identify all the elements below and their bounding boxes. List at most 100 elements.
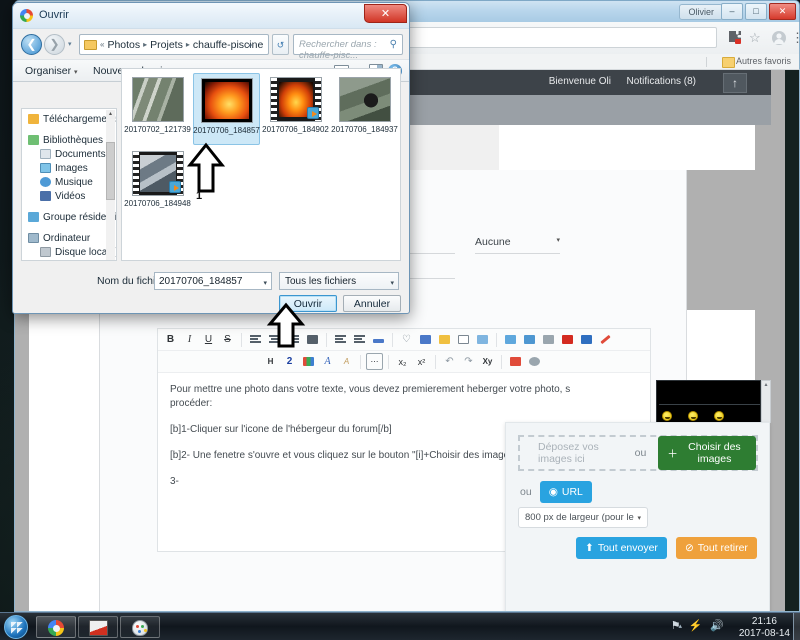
file-item[interactable]: 20170706_184948 — [124, 147, 191, 219]
spoiler-button[interactable] — [436, 331, 453, 348]
file-item-selected[interactable]: 20170706_184857 — [193, 73, 260, 145]
numbered-list-button[interactable] — [351, 331, 368, 348]
filetype-select[interactable]: Tous les fichiers ▾ — [279, 272, 399, 290]
smiley-scrollbar[interactable]: ▴ — [761, 380, 771, 423]
cancel-button[interactable]: Annuler — [343, 295, 401, 312]
subscript-button[interactable]: x₂ — [394, 353, 411, 370]
italic-button[interactable]: I — [181, 331, 198, 348]
tree-item-musique[interactable]: Musique — [22, 175, 116, 189]
smiley-icon-wink[interactable] — [714, 411, 724, 421]
code-button[interactable] — [417, 331, 434, 348]
link-button[interactable] — [540, 331, 557, 348]
minimize-button[interactable]: – — [721, 3, 743, 20]
indent-button[interactable] — [370, 331, 387, 348]
close-button[interactable]: ✕ — [769, 3, 796, 20]
remove-format-button[interactable]: Xy — [479, 353, 496, 370]
back-button[interactable]: ❮ — [21, 34, 42, 55]
taskbar-paint[interactable] — [120, 616, 160, 638]
image-dropzone[interactable]: Déposez vos images ici ou ＋ Choisir des … — [518, 435, 758, 471]
more-button[interactable]: ⋯ — [366, 353, 383, 370]
breadcrumb-item-projets[interactable]: Projets — [150, 39, 183, 51]
refresh-button[interactable]: ↺ — [272, 34, 289, 55]
undo-button[interactable]: ↶ — [441, 353, 458, 370]
hide-button[interactable] — [455, 331, 472, 348]
dialog-close-button[interactable]: ✕ — [364, 4, 407, 23]
bookmark-star-icon[interactable]: ☆ — [749, 30, 765, 46]
choose-images-button[interactable]: ＋ Choisir des images — [658, 436, 756, 470]
chevron-down-icon[interactable]: ▾ — [263, 279, 267, 287]
smiley-icon-grin[interactable] — [688, 411, 698, 421]
align-left-button[interactable] — [247, 331, 264, 348]
font-size-button[interactable]: 2 — [281, 353, 298, 370]
insert-table-button[interactable] — [502, 331, 519, 348]
chevron-down-icon[interactable]: ▾ — [248, 42, 252, 50]
align-justify-button[interactable] — [304, 331, 321, 348]
breadcrumb[interactable]: « Photos ▸ Projets ▸ chauffe-piscine ▾ — [79, 34, 269, 55]
tree-item-images[interactable]: Images — [22, 161, 116, 175]
tree-item-videos[interactable]: Vidéos — [22, 189, 116, 203]
youtube-button[interactable] — [559, 331, 576, 348]
file-list-view[interactable]: 20170702_121739 20170706_184857 20170706… — [121, 68, 401, 261]
underline-button[interactable]: U — [200, 331, 217, 348]
taskbar-clock[interactable]: 21:16 2017-08-14 — [739, 616, 790, 640]
tree-item-telechargements[interactable]: Téléchargements — [22, 112, 116, 126]
tree-item-ordinateur[interactable]: Ordinateur — [22, 231, 116, 245]
bold-button[interactable]: B — [162, 331, 179, 348]
highlight-pen-button[interactable] — [597, 331, 614, 348]
tree-item-lecteur-cd[interactable]: Lecteur de CD (D — [22, 259, 116, 260]
superscript-button[interactable]: x² — [413, 353, 430, 370]
start-button[interactable] — [4, 615, 28, 639]
redo-button[interactable]: ↷ — [460, 353, 477, 370]
bullet-list-button[interactable] — [332, 331, 349, 348]
notifications-link[interactable]: Notifications (8) — [627, 76, 696, 87]
url-button[interactable]: ◉ URL — [539, 481, 592, 503]
tree-item-bibliotheques[interactable]: Bibliothèques — [22, 133, 116, 147]
font-color-button[interactable] — [300, 353, 317, 370]
forward-button[interactable]: ❯ — [44, 34, 65, 55]
preview-button[interactable] — [526, 353, 543, 370]
smiley-picker-panel[interactable] — [656, 380, 761, 423]
navigation-tree[interactable]: Téléchargements Bibliothèques Documents … — [21, 108, 117, 261]
browser-profile-button[interactable]: Olivier — [679, 4, 723, 20]
smiley-icon-laugh[interactable] — [662, 411, 672, 421]
strikethrough-button[interactable]: S — [219, 331, 236, 348]
image-width-select[interactable]: 800 px de largeur (pour le ▾ — [518, 507, 648, 528]
background-color-button[interactable]: A — [338, 353, 355, 370]
file-item[interactable]: 20170706_184937 — [331, 73, 398, 145]
breadcrumb-item-chauffe-piscine[interactable]: chauffe-piscine — [193, 39, 263, 51]
history-dropdown-icon[interactable]: ▾ — [68, 40, 72, 48]
taskbar-editor[interactable] — [78, 616, 118, 638]
account-avatar-icon[interactable] — [771, 30, 787, 46]
chrome-menu-icon[interactable]: ⋮ — [791, 30, 800, 46]
remove-all-button[interactable]: ⊘ Tout retirer — [675, 537, 757, 559]
search-input[interactable]: Rechercher dans : chauffe-pisc... ⚲ — [293, 34, 403, 61]
extensions-puzzle-icon[interactable] — [727, 30, 743, 46]
tree-item-documents[interactable]: Documents — [22, 147, 116, 161]
quote-button[interactable]: ♡ — [398, 331, 415, 348]
file-item[interactable]: 20170702_121739 — [124, 73, 191, 145]
breadcrumb-item-photos[interactable]: Photos — [107, 39, 140, 51]
taskbar-chrome[interactable] — [36, 616, 76, 638]
field-select-aucune[interactable]: Aucune ▾ — [475, 236, 560, 254]
bookmark-folder-other[interactable]: Autres favoris — [721, 56, 791, 68]
tree-item-disque-local-c[interactable]: Disque local (C:) — [22, 245, 116, 259]
header-button[interactable]: H — [262, 353, 279, 370]
network-flag-icon[interactable]: ⚑ — [671, 619, 681, 632]
volume-icon[interactable]: 🔊 — [710, 619, 724, 632]
maximize-button[interactable]: □ — [745, 3, 767, 20]
filename-input[interactable]: 20170706_184857 ▾ — [154, 272, 272, 290]
show-desktop-button[interactable] — [793, 613, 800, 640]
dailymotion-button[interactable] — [578, 331, 595, 348]
chevron-down-icon[interactable]: ▾ — [390, 279, 394, 287]
calendar-button[interactable] — [507, 353, 524, 370]
scrollbar-thumb[interactable] — [106, 142, 115, 200]
send-all-button[interactable]: ⬆ Tout envoyer — [576, 537, 667, 559]
organiser-menu-button[interactable]: Organiser ▾ — [25, 65, 78, 77]
insert-file-button[interactable] — [521, 331, 538, 348]
font-family-button[interactable]: A — [319, 353, 336, 370]
insert-image-button[interactable] — [474, 331, 491, 348]
action-center-icon[interactable]: ⚡ — [689, 619, 703, 632]
tree-scrollbar[interactable]: ▴ — [106, 110, 115, 260]
tree-item-groupe-residentiel[interactable]: Groupe résidentiel — [22, 210, 116, 224]
file-item[interactable]: 20170706_184902 — [262, 73, 329, 145]
